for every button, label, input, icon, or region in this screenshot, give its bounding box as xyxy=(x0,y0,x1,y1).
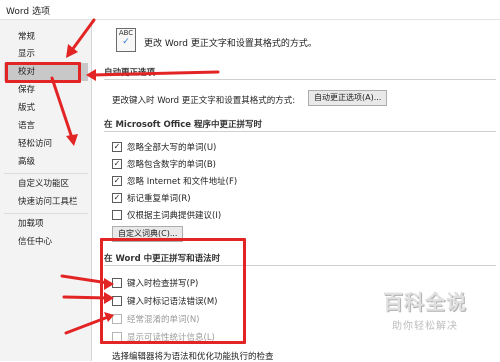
abc-check-icon: ABC ✓ xyxy=(116,28,136,52)
main-dict-only-label: 仅根据主词典提供建议(I) xyxy=(127,211,222,221)
watermark-sub: 助你轻松解决 xyxy=(392,321,458,332)
autocorrect-section-label: 自动更正选项 xyxy=(104,68,156,78)
sidebar-item-customize-ribbon[interactable]: 自定义功能区 xyxy=(4,175,88,193)
section-divider xyxy=(104,79,496,80)
sidebar-item-accessibility[interactable]: 轻松访问 xyxy=(4,135,88,153)
window-title: Word 选项 xyxy=(6,7,50,17)
page-intro: 更改 Word 更正文字和设置其格式的方式。 xyxy=(144,39,317,49)
sidebar-item-add-ins[interactable]: 加载项 xyxy=(4,215,88,233)
abc-icon-text: ABC xyxy=(118,29,134,37)
autocorrect-description: 更改键入时 Word 更正文字和设置其格式的方式: xyxy=(112,96,296,106)
sidebar-item-display[interactable]: 显示 xyxy=(4,45,88,63)
ignore-uppercase-label: 忽略全部大写的单词(U) xyxy=(127,143,217,153)
office-spelling-section-title: 在 Microsoft Office 程序中更正拼写时 xyxy=(104,118,496,132)
watermark-main: 百科全说 xyxy=(383,290,467,314)
confused-words-label: 经常混淆的单词(N) xyxy=(127,315,200,325)
ignore-numbers-checkbox[interactable]: ✓ xyxy=(112,159,122,169)
confused-words-checkbox xyxy=(112,314,122,324)
readability-stats-label: 显示可读性统计信息(L) xyxy=(127,333,215,343)
checkmark-icon: ✓ xyxy=(122,37,130,47)
autocorrect-section-title: 自动更正选项 xyxy=(104,66,496,80)
options-sidebar: 常规 显示 校对 保存 版式 语言 轻松访问 高级 自定义功能区 快速访问工具栏… xyxy=(0,20,92,361)
readability-stats-checkbox xyxy=(112,332,122,342)
word-spelling-section-title: 在 Word 中更正拼写和语法时 xyxy=(104,252,496,266)
ignore-internet-label: 忽略 Internet 和文件地址(F) xyxy=(127,177,238,187)
mark-grammar-checkbox[interactable] xyxy=(112,296,122,306)
mark-grammar-label: 键入时标记语法错误(M) xyxy=(127,297,218,307)
check-spelling-label: 键入时检查拼写(P) xyxy=(127,279,199,289)
sidebar-item-save[interactable]: 保存 xyxy=(4,81,88,99)
sidebar-item-advanced[interactable]: 高级 xyxy=(4,153,88,171)
check-spelling-checkbox[interactable] xyxy=(112,278,122,288)
main-dict-only-checkbox[interactable] xyxy=(112,210,122,220)
word-spelling-section-label: 在 Word 中更正拼写和语法时 xyxy=(104,254,221,264)
section-divider xyxy=(104,265,496,266)
section-divider xyxy=(104,131,496,132)
office-spelling-section-label: 在 Microsoft Office 程序中更正拼写时 xyxy=(104,120,262,130)
sidebar-item-typography[interactable]: 版式 xyxy=(4,99,88,117)
grammar-checks-text: 选择编辑器将为语法和优化功能执行的检查 xyxy=(112,352,274,362)
sidebar-item-proofing[interactable]: 校对 xyxy=(4,63,88,81)
sidebar-item-language[interactable]: 语言 xyxy=(4,117,88,135)
sidebar-item-general[interactable]: 常规 xyxy=(4,28,88,46)
ignore-numbers-label: 忽略包含数字的单词(B) xyxy=(127,160,216,170)
flag-repeated-checkbox[interactable]: ✓ xyxy=(112,193,122,203)
flag-repeated-label: 标记重复单词(R) xyxy=(127,194,191,204)
watermark-logo: 百科全说 助你轻松解决 xyxy=(360,286,490,332)
ignore-internet-checkbox[interactable]: ✓ xyxy=(112,176,122,186)
sidebar-item-quick-access-toolbar[interactable]: 快速访问工具栏 xyxy=(4,193,88,211)
sidebar-item-trust-center[interactable]: 信任中心 xyxy=(4,233,88,251)
autocorrect-options-button[interactable]: 自动更正选项(A)... xyxy=(308,90,388,106)
custom-dictionaries-button[interactable]: 自定义词典(C)... xyxy=(112,226,184,242)
sidebar-divider xyxy=(4,213,88,214)
ignore-uppercase-checkbox[interactable]: ✓ xyxy=(112,142,122,152)
sidebar-divider xyxy=(4,173,88,174)
title-bar: Word 选项 xyxy=(0,0,500,20)
